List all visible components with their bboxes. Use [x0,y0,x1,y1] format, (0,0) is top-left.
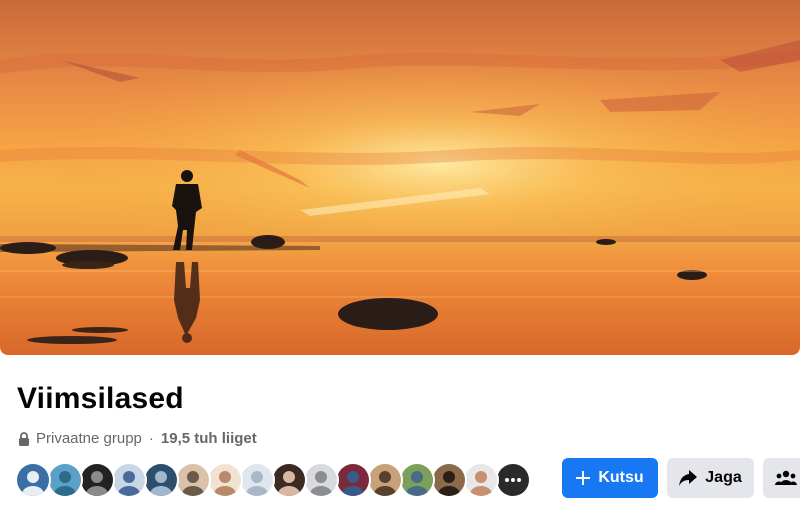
member-avatar[interactable] [143,462,179,498]
member-avatar[interactable] [399,462,435,498]
members-button[interactable] [763,458,800,498]
member-avatars[interactable] [15,462,531,498]
member-avatar[interactable] [367,462,403,498]
member-avatar[interactable] [431,462,467,498]
member-avatar[interactable] [463,462,499,498]
cover-photo[interactable] [0,0,800,355]
invite-label: Kutsu [598,469,644,486]
member-avatar[interactable] [175,462,211,498]
people-icon [775,470,797,485]
privacy-label[interactable]: Privaatne grupp [36,430,142,447]
member-avatar[interactable] [79,462,115,498]
meta-separator: · [148,430,154,447]
member-avatar[interactable] [271,462,307,498]
invite-button[interactable]: Kutsu [562,458,658,498]
plus-icon [576,471,591,485]
member-avatar[interactable] [303,462,339,498]
share-button[interactable]: Jaga [667,458,754,498]
member-avatar[interactable] [111,462,147,498]
member-avatar[interactable] [239,462,275,498]
member-count[interactable]: 19,5 tuh liiget [161,430,257,447]
member-avatar[interactable] [15,462,51,498]
member-avatar[interactable] [207,462,243,498]
more-members[interactable] [495,462,531,498]
member-avatar[interactable] [335,462,371,498]
member-avatar[interactable] [47,462,83,498]
lock-icon [19,431,29,446]
group-meta: Privaatne grupp · 19,5 tuh liiget [18,430,257,447]
share-label: Jaga [705,469,742,486]
share-arrow-icon [679,470,698,486]
group-title[interactable]: Viimsilased [17,382,184,416]
